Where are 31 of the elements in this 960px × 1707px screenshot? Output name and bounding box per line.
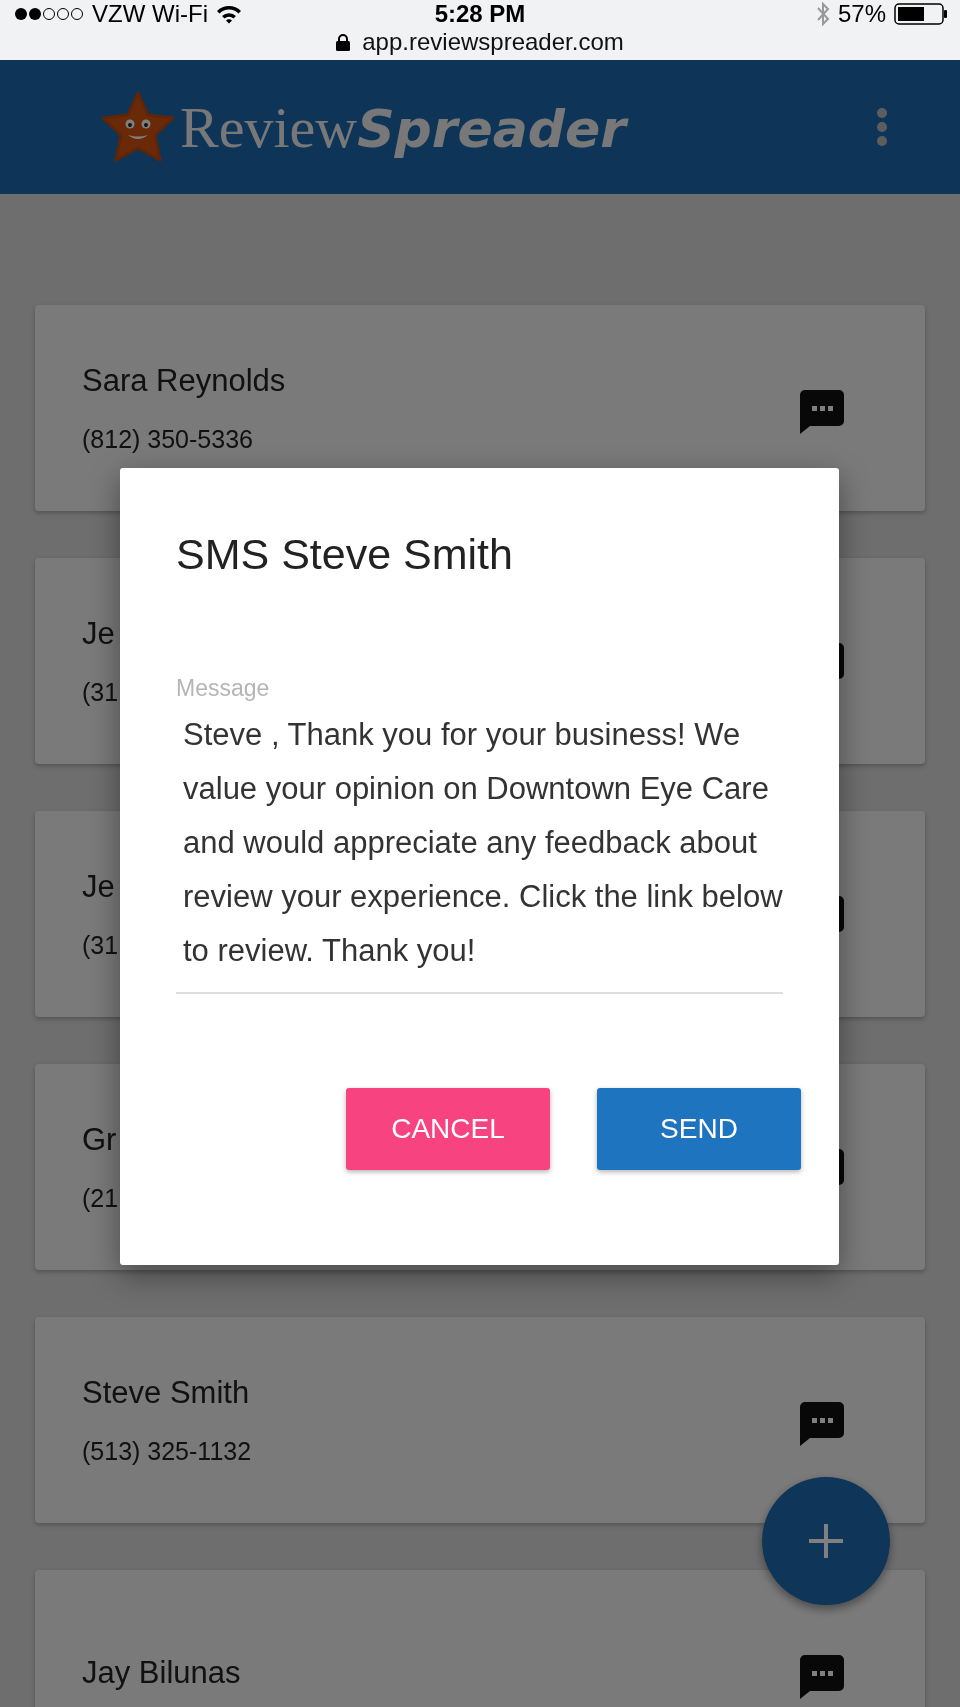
contact-phone: (31 — [82, 930, 119, 960]
message-field[interactable]: Message Steve , Thank you for your business! We value your opinion on Downtown Eye Care and would appreciate any feedback about review your experience. Click the link below to review. Thank you! — [176, 675, 783, 994]
contact-name: Jay Bilunas — [82, 1655, 241, 1691]
dialog-title: SMS Steve Smith — [176, 530, 513, 579]
wifi-icon — [215, 4, 242, 24]
carrier-name: VZW Wi-Fi — [92, 0, 208, 28]
sms-icon[interactable] — [799, 389, 845, 435]
lock-icon — [336, 33, 351, 51]
battery-icon — [894, 3, 948, 25]
contact-phone: (812) 350-5336 — [82, 424, 254, 454]
contact-name: Je — [82, 868, 116, 905]
contact-phone: (21 — [82, 1183, 119, 1213]
contact-name: Steve Smith — [82, 1374, 251, 1411]
contact-name: Je — [82, 615, 116, 652]
cancel-button[interactable]: CANCEL — [346, 1088, 550, 1170]
battery-percent: 57% — [837, 0, 886, 28]
bluetooth-icon — [815, 1, 830, 27]
contact-card[interactable]: Jay Bilunas — [35, 1570, 925, 1707]
star-mascot-icon — [100, 91, 176, 163]
plus-icon — [809, 1524, 843, 1558]
sms-icon[interactable] — [799, 1654, 845, 1700]
send-button[interactable]: SEND — [597, 1088, 801, 1170]
sms-icon[interactable] — [799, 1401, 845, 1447]
contact-name: Gr — [82, 1121, 118, 1158]
signal-icon — [14, 7, 84, 21]
url-text[interactable]: app.reviewspreader.com — [362, 28, 624, 56]
contact-phone: (513) 325-1132 — [82, 1436, 252, 1466]
contact-name: Sara Reynolds — [82, 362, 286, 399]
clock-time: 5:28 PM — [434, 0, 526, 28]
contact-phone: (31 — [82, 677, 119, 707]
contact-card[interactable]: Steve Smith (513) 325-1132 — [35, 1317, 925, 1523]
